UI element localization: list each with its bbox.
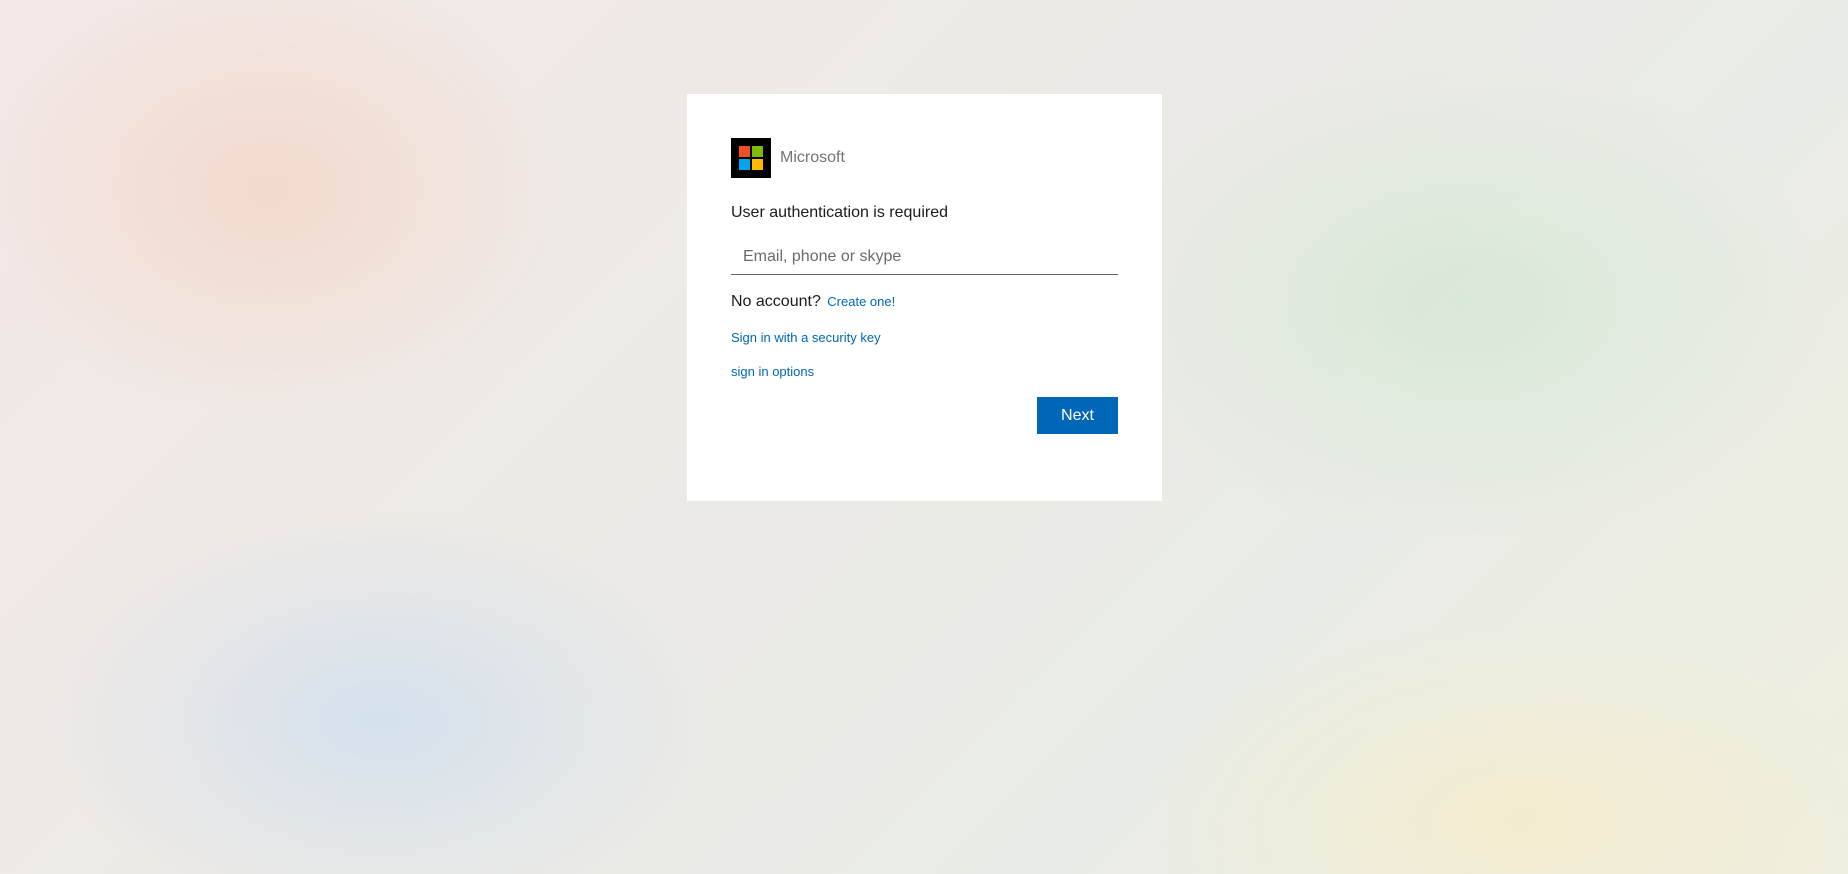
logo-yellow-square — [752, 159, 763, 170]
brand-name: Microsoft — [780, 149, 845, 166]
no-account-row: No account? Create one! — [731, 292, 1118, 312]
sign-in-card: Microsoft User authentication is require… — [687, 94, 1162, 501]
brand-header: Microsoft — [731, 138, 1118, 178]
create-account-link[interactable]: Create one! — [827, 294, 895, 309]
button-row: Next — [731, 397, 1118, 434]
security-key-link[interactable]: Sign in with a security key — [731, 330, 881, 345]
sign-in-options-row: sign in options — [731, 363, 1118, 381]
logo-blue-square — [739, 159, 750, 170]
sign-in-options-link[interactable]: sign in options — [731, 364, 814, 379]
page-title: User authentication is required — [731, 204, 949, 221]
email-field[interactable] — [731, 239, 1118, 275]
logo-red-square — [739, 146, 750, 157]
security-key-row: Sign in with a security key — [731, 329, 1118, 347]
next-button[interactable]: Next — [1037, 397, 1118, 434]
no-account-label: No account? — [731, 293, 821, 310]
microsoft-logo-icon — [731, 138, 771, 178]
logo-green-square — [752, 146, 763, 157]
